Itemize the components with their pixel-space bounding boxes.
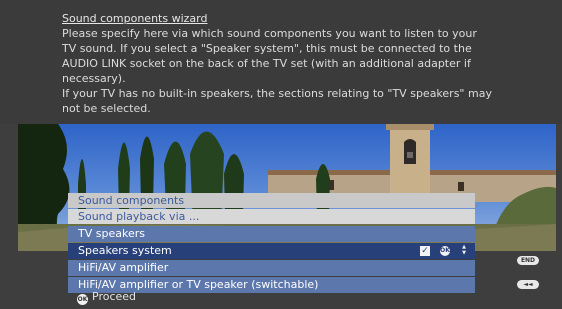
ok-button-icon[interactable]: OK [440, 246, 450, 256]
description-line: necessary). [62, 72, 126, 85]
tv-screen: Sound components wizard Please specify h… [0, 0, 562, 309]
option-speakers-system[interactable]: Speakers system ✓ OK ▲ ▼ [68, 243, 475, 259]
up-down-arrows-icon[interactable]: ▲ ▼ [461, 244, 467, 256]
proceed-label: Proceed [92, 290, 137, 303]
sound-components-dialog: Sound components Sound playback via ... … [68, 193, 475, 294]
info-panel: Sound components wizard Please specify h… [0, 0, 562, 124]
check-icon[interactable]: ✓ [420, 246, 430, 256]
description-line: Please specify here via which sound comp… [62, 27, 477, 40]
option-label: TV speakers [78, 227, 145, 240]
back-key-icon[interactable]: ◄◄ [517, 280, 539, 289]
wizard-description: Please specify here via which sound comp… [62, 26, 542, 116]
wizard-title: Sound components wizard [62, 12, 208, 25]
dialog-header: Sound components [68, 193, 475, 208]
option-label: HiFi/AV amplifier [78, 261, 169, 274]
sound-playback-options: TV speakers Speakers system ✓ OK ▲ ▼ HiF… [68, 226, 475, 293]
option-hifi-av-amplifier[interactable]: HiFi/AV amplifier [68, 260, 475, 276]
description-line: not be selected. [62, 102, 151, 115]
end-key-icon[interactable]: END [517, 256, 539, 265]
option-label: Speakers system [78, 244, 172, 257]
down-arrow-icon[interactable]: ▼ [461, 250, 467, 256]
description-line: AUDIO LINK socket on the back of the TV … [62, 57, 471, 70]
description-line: If your TV has no built-in speakers, the… [62, 87, 492, 100]
option-tv-speakers[interactable]: TV speakers [68, 226, 475, 242]
proceed-hint[interactable]: OK Proceed [77, 290, 137, 305]
ok-button-icon: OK [77, 294, 88, 305]
description-line: TV sound. If you select a "Speaker syste… [62, 42, 472, 55]
dialog-subheader: Sound playback via ... [68, 209, 475, 224]
